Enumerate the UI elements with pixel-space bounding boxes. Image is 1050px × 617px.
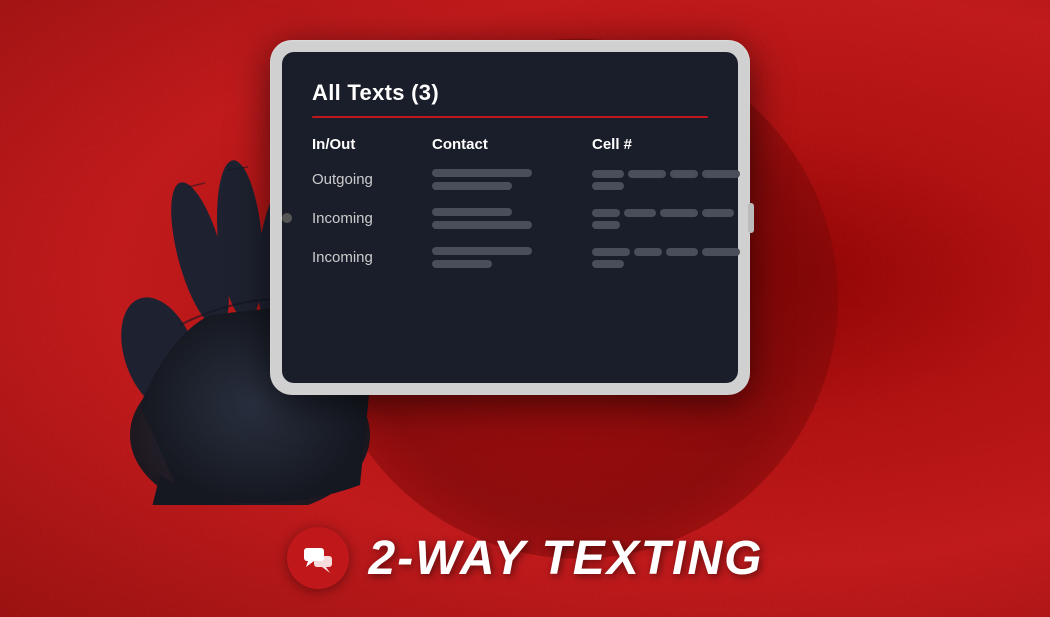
cell-redacted	[592, 248, 752, 268]
row-direction: Incoming	[312, 249, 432, 266]
redacted-mini-bar	[592, 221, 620, 229]
contact-redacted	[432, 247, 592, 268]
tablet-camera	[282, 213, 292, 223]
redacted-bar	[432, 260, 492, 268]
main-title: 2-WAY TEXTING	[369, 531, 764, 586]
tablet-side-button	[748, 203, 754, 233]
contact-redacted	[432, 169, 592, 190]
cell-redacted	[592, 209, 752, 229]
redacted-mini-bar	[592, 182, 624, 190]
header-cell: Cell #	[592, 136, 752, 153]
redacted-mini-bar	[702, 248, 740, 256]
cell-redacted	[592, 170, 752, 190]
chat-bubbles-icon	[300, 540, 336, 576]
tablet-wrapper: All Texts (3) In/Out Contact Cell # Outg…	[270, 40, 750, 400]
redacted-bar	[432, 221, 532, 229]
redacted-bar	[432, 169, 532, 177]
redacted-bar	[432, 182, 512, 190]
redacted-mini-bar	[660, 209, 698, 217]
chat-icon-circle	[287, 527, 349, 589]
redacted-mini-bar	[592, 248, 630, 256]
redacted-mini-bar	[592, 170, 624, 178]
screen-title: All Texts (3)	[312, 80, 708, 106]
tablet-device: All Texts (3) In/Out Contact Cell # Outg…	[270, 40, 750, 395]
table-row: Outgoing	[312, 169, 708, 190]
redacted-mini-bar	[624, 209, 656, 217]
redacted-mini-bar	[702, 209, 734, 217]
row-direction: Incoming	[312, 210, 432, 227]
redacted-mini-bar	[592, 260, 624, 268]
contact-redacted	[432, 208, 592, 229]
redacted-mini-bar	[702, 170, 740, 178]
redacted-mini-bar	[592, 209, 620, 217]
redacted-mini-bar	[666, 248, 698, 256]
redacted-mini-bar	[634, 248, 662, 256]
redacted-bar	[432, 208, 512, 216]
table-header: In/Out Contact Cell #	[312, 136, 708, 153]
redacted-mini-bar	[628, 170, 666, 178]
table-row: Incoming	[312, 208, 708, 229]
header-in-out: In/Out	[312, 136, 432, 153]
redacted-bar	[432, 247, 532, 255]
redacted-mini-bar	[670, 170, 698, 178]
screen-divider	[312, 116, 708, 118]
table-row: Incoming	[312, 247, 708, 268]
tablet-screen: All Texts (3) In/Out Contact Cell # Outg…	[282, 52, 738, 383]
row-direction: Outgoing	[312, 171, 432, 188]
bottom-section: 2-WAY TEXTING	[0, 527, 1050, 589]
header-contact: Contact	[432, 136, 592, 153]
